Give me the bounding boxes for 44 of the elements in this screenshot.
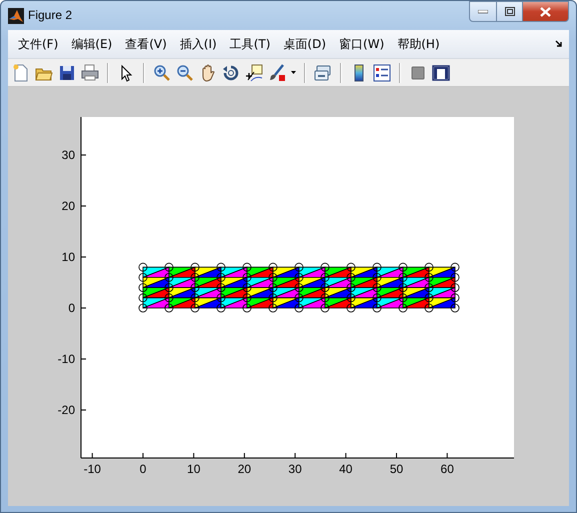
rotate-icon[interactable] bbox=[222, 64, 240, 82]
y-tick-label: 20 bbox=[62, 199, 75, 213]
y-tick-label: 0 bbox=[68, 301, 75, 315]
maximize-button[interactable] bbox=[497, 1, 523, 22]
y-tick-label: 30 bbox=[62, 148, 75, 162]
link-icon[interactable] bbox=[314, 64, 332, 82]
menu-item[interactable]: 桌面(D) bbox=[277, 34, 332, 54]
close-icon bbox=[540, 6, 551, 16]
dock-icon[interactable] bbox=[555, 40, 563, 48]
x-tick-label: 20 bbox=[238, 462, 252, 476]
window-title: Figure 2 bbox=[28, 8, 72, 22]
close-button[interactable] bbox=[523, 1, 569, 22]
dropdown-caret-icon[interactable] bbox=[291, 71, 296, 74]
legend-icon[interactable] bbox=[373, 64, 391, 82]
y-tick-label: 10 bbox=[62, 250, 75, 264]
x-tick-label: 40 bbox=[339, 462, 352, 476]
plot-tools-hide-icon[interactable] bbox=[409, 64, 427, 82]
menu-item[interactable]: 帮助(H) bbox=[391, 34, 446, 54]
data-cursor-icon[interactable] bbox=[245, 64, 263, 82]
x-tick-label: 0 bbox=[140, 462, 146, 476]
menu-item[interactable]: 插入(I) bbox=[174, 34, 223, 54]
brush-icon[interactable] bbox=[268, 64, 286, 82]
app-logo-icon bbox=[8, 8, 24, 24]
y-tick-label: -20 bbox=[58, 403, 75, 417]
plot-tools-show-icon[interactable] bbox=[432, 64, 450, 82]
menu-item[interactable]: 工具(T) bbox=[224, 34, 276, 54]
y-tick-label: -10 bbox=[58, 352, 75, 366]
x-tick-label: 10 bbox=[187, 462, 200, 476]
minimize-button[interactable] bbox=[469, 1, 497, 22]
new-file-icon[interactable] bbox=[12, 64, 30, 82]
x-tick-label: -10 bbox=[84, 462, 101, 476]
menu-item[interactable]: 查看(V) bbox=[119, 34, 173, 54]
x-tick-label: 30 bbox=[288, 462, 302, 476]
print-icon[interactable] bbox=[81, 64, 99, 82]
menu-item[interactable]: 文件(F) bbox=[12, 34, 64, 54]
restore-icon bbox=[504, 7, 514, 16]
zoom-in-icon[interactable] bbox=[153, 64, 171, 82]
zoom-out-icon[interactable] bbox=[176, 64, 194, 82]
menu-item[interactable]: 窗口(W) bbox=[333, 34, 390, 54]
x-tick-label: 50 bbox=[390, 462, 404, 476]
save-icon[interactable] bbox=[58, 64, 76, 82]
menu-item[interactable]: 编辑(E) bbox=[65, 34, 118, 54]
minimize-icon bbox=[478, 10, 488, 14]
x-tick-label: 60 bbox=[440, 462, 454, 476]
